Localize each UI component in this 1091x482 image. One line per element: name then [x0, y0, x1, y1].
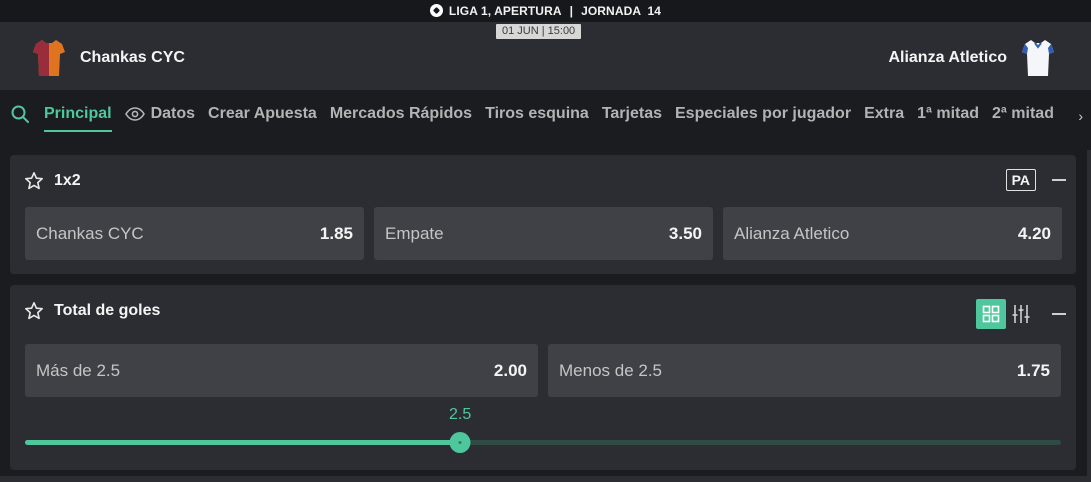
- tab-especiales-jugador[interactable]: Especiales por jugador: [675, 105, 851, 123]
- tab-label: Principal: [44, 105, 112, 122]
- round-label: JORNADA 14: [581, 4, 662, 18]
- outcome-label: Menos de 2.5: [559, 360, 663, 380]
- odd-button-home[interactable]: Chankas CYC 1.85: [25, 207, 364, 260]
- next-market-edge: [0, 476, 1091, 482]
- market-title: 1x2: [54, 172, 81, 189]
- tab-label: Extra: [864, 105, 905, 122]
- chevron-right-icon: ›: [1078, 108, 1083, 124]
- tab-extra[interactable]: Extra: [864, 105, 904, 123]
- collapse-icon[interactable]: [1052, 179, 1066, 181]
- tab-label: Especiales por jugador: [675, 105, 852, 122]
- tab-segunda-mitad[interactable]: 2ª mitad: [992, 105, 1054, 123]
- outcome-odds: 1.75: [1016, 360, 1050, 380]
- scrollbar[interactable]: [1087, 150, 1091, 480]
- outcome-label: Alianza Atletico: [734, 223, 850, 243]
- tab-label: Datos: [150, 105, 196, 122]
- slider-thumb[interactable]: [449, 432, 471, 453]
- tab-principal[interactable]: Principal: [44, 105, 112, 132]
- eye-icon: [124, 107, 145, 121]
- odd-button-under[interactable]: Menos de 2.5 1.75: [548, 344, 1061, 397]
- odd-button-over[interactable]: Más de 2.5 2.00: [25, 344, 538, 397]
- odd-button-away[interactable]: Alianza Atletico 4.20: [723, 207, 1062, 260]
- competition-separator: |: [569, 4, 574, 18]
- tab-label: Crear Apuesta: [208, 105, 317, 122]
- outcome-odds: 4.20: [1017, 223, 1051, 243]
- tab-primera-mitad[interactable]: 1ª mitad: [917, 105, 979, 123]
- slider-value: 2.5: [448, 406, 472, 423]
- collapse-icon[interactable]: [1052, 313, 1066, 315]
- star-icon[interactable]: [24, 301, 44, 321]
- away-team: Alianza Atletico: [888, 36, 1055, 80]
- grid-icon: [982, 305, 1000, 323]
- star-icon[interactable]: [24, 171, 44, 191]
- tab-mercados-rapidos[interactable]: Mercados Rápidos: [330, 105, 472, 123]
- competition-name: LIGA 1, APERTURA: [448, 4, 562, 18]
- home-team-name: Chankas CYC: [80, 49, 185, 66]
- grid-view-button[interactable]: [976, 299, 1006, 329]
- slider-fill: [25, 440, 461, 445]
- tab-tiros-esquina[interactable]: Tiros esquina: [485, 105, 589, 123]
- outcome-label: Empate: [385, 223, 444, 243]
- pa-badge[interactable]: PA: [1005, 169, 1036, 191]
- odd-button-draw[interactable]: Empate 3.50: [374, 207, 713, 260]
- home-shirt-icon: [33, 40, 65, 76]
- tab-label: Tarjetas: [601, 105, 662, 122]
- outcome-label: Más de 2.5: [36, 360, 121, 380]
- home-team: Chankas CYC: [32, 36, 185, 80]
- market-title: Total de goles: [54, 302, 161, 319]
- goal-line-slider[interactable]: [25, 432, 1061, 453]
- tab-label: 2ª mitad: [992, 105, 1054, 122]
- outcome-label: Chankas CYC: [36, 223, 144, 243]
- market-tabs: Principal Datos Crear Apuesta Mercados R…: [0, 90, 1091, 138]
- tab-tarjetas[interactable]: Tarjetas: [602, 105, 662, 123]
- tabs-scroll-right[interactable]: ›: [1051, 104, 1091, 128]
- away-team-name: Alianza Atletico: [888, 49, 1007, 66]
- soccer-ball-icon: [429, 4, 443, 17]
- tab-label: Mercados Rápidos: [329, 105, 473, 122]
- sliders-icon: [1012, 305, 1030, 323]
- tab-datos[interactable]: Datos: [124, 105, 196, 123]
- away-shirt-icon: [1022, 40, 1054, 76]
- competition-bar: LIGA 1, APERTURA | JORNADA 14: [0, 4, 1091, 18]
- tab-label: Tiros esquina: [485, 105, 589, 122]
- slider-view-button[interactable]: [1006, 299, 1036, 329]
- market-total-goals: Total de goles Más de 2.5 2.00 Menos de …: [10, 285, 1076, 470]
- search-icon[interactable]: [10, 104, 30, 124]
- outcome-odds: 2.00: [493, 360, 527, 380]
- market-1x2: 1x2 PA Chankas CYC 1.85 Empate 3.50 Alia…: [10, 155, 1076, 274]
- outcome-odds: 1.85: [319, 223, 353, 243]
- match-datetime: 01 JUN | 15:00: [496, 24, 582, 39]
- tab-label: 1ª mitad: [917, 105, 980, 122]
- tab-crear-apuesta[interactable]: Crear Apuesta: [208, 105, 317, 123]
- outcome-odds: 3.50: [668, 223, 702, 243]
